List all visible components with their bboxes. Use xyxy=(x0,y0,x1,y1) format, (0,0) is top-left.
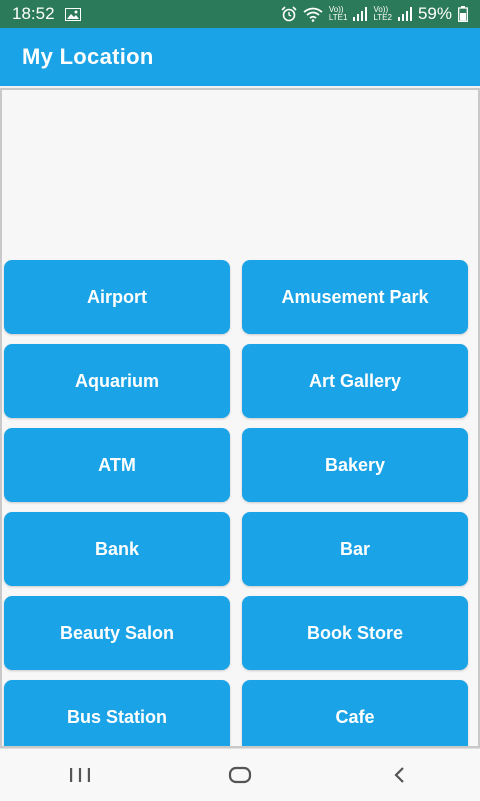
signal-icon xyxy=(353,7,368,21)
content-frame: Airport Amusement Park Aquarium Art Gall… xyxy=(0,88,480,748)
lte1-label: LTE1 xyxy=(328,13,348,22)
image-icon xyxy=(64,7,81,21)
map-area[interactable] xyxy=(2,90,478,260)
wifi-icon xyxy=(303,7,323,22)
book-store-button[interactable]: Book Store xyxy=(242,596,468,670)
bank-button[interactable]: Bank xyxy=(4,512,230,586)
bus-station-button[interactable]: Bus Station xyxy=(4,680,230,746)
aquarium-button[interactable]: Aquarium xyxy=(4,344,230,418)
signal-icon xyxy=(397,7,412,21)
beauty-salon-button[interactable]: Beauty Salon xyxy=(4,596,230,670)
battery-percent: 59% xyxy=(417,4,452,23)
volte1-icon: Vo)) LTE1 xyxy=(329,6,348,22)
cafe-button[interactable]: Cafe xyxy=(242,680,468,746)
back-icon[interactable] xyxy=(380,760,420,790)
bar-button[interactable]: Bar xyxy=(242,512,468,586)
airport-button[interactable]: Airport xyxy=(4,260,230,334)
app-title: My Location xyxy=(22,44,154,69)
home-icon[interactable] xyxy=(220,760,260,790)
volte2-icon: Vo)) LTE2 xyxy=(373,6,392,22)
status-bar: 18:52 Vo)) LTE1 Vo)) LTE2 59% xyxy=(0,0,480,28)
system-nav-bar xyxy=(0,748,480,801)
recent-apps-icon[interactable] xyxy=(60,760,100,790)
amusement-park-button[interactable]: Amusement Park xyxy=(242,260,468,334)
battery-icon xyxy=(458,6,468,22)
bakery-button[interactable]: Bakery xyxy=(242,428,468,502)
lte2-label: LTE2 xyxy=(373,13,392,22)
art-gallery-button[interactable]: Art Gallery xyxy=(242,344,468,418)
app-bar: My Location xyxy=(0,28,480,86)
status-time: 18:52 xyxy=(12,4,55,23)
atm-button[interactable]: ATM xyxy=(4,428,230,502)
alarm-icon xyxy=(281,6,297,22)
